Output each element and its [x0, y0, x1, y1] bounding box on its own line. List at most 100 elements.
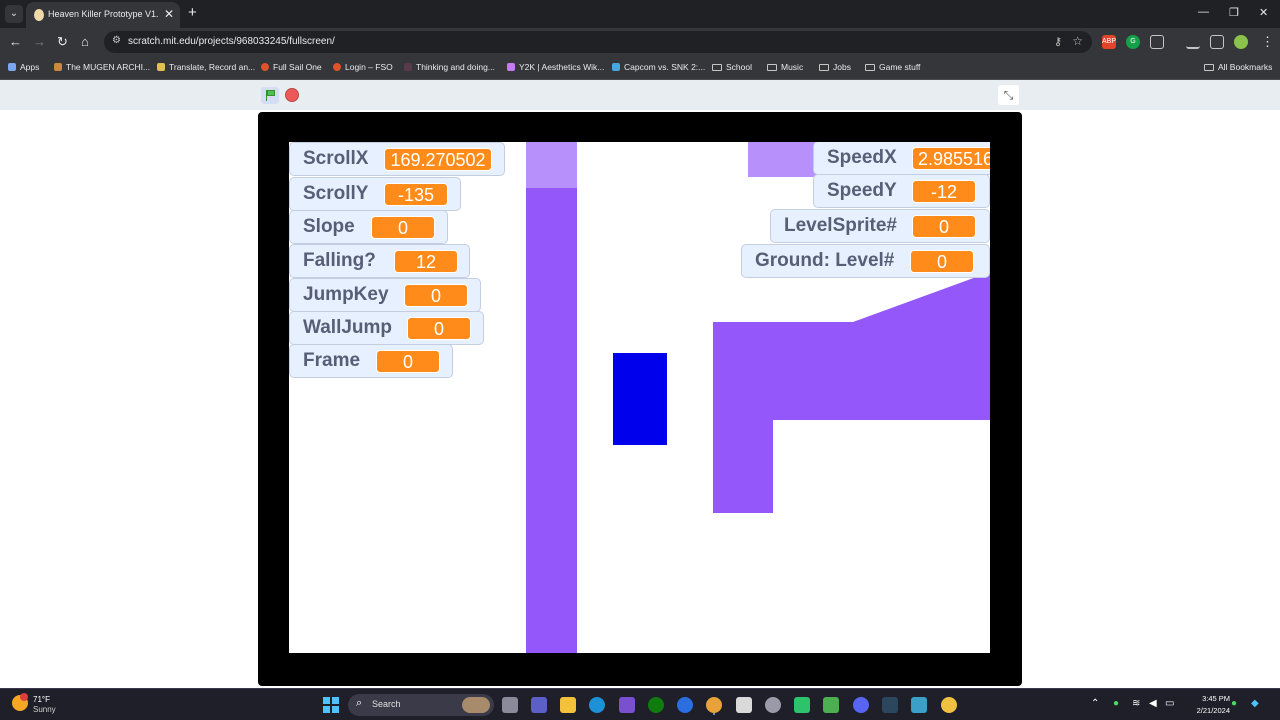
search-icon: ⌕ [356, 697, 363, 709]
back-arrow-icon[interactable]: ← [9, 34, 22, 49]
bookmark-y2k[interactable]: Y2K | Aesthetics Wik... [507, 62, 604, 72]
monitor-slope: Slope 0 [289, 210, 448, 244]
folder-school[interactable]: School [712, 62, 752, 72]
scratch-controls-bar [0, 80, 1280, 110]
stop-button[interactable] [285, 88, 299, 102]
folder-jobs[interactable]: Jobs [819, 62, 851, 72]
monitor-label: WallJump [303, 317, 393, 338]
clock-time[interactable]: 3:45 PM [1196, 694, 1230, 703]
monitor-label: Ground: Level# [755, 250, 895, 271]
game-stage[interactable]: ScrollX 169.270502 ScrollY -135 Slope 0 … [289, 142, 990, 653]
discord-icon[interactable] [853, 697, 869, 713]
monitor-value: 0 [407, 317, 471, 340]
extensions-puzzle-icon[interactable] [1150, 35, 1164, 49]
windows-start-icon[interactable] [323, 697, 339, 713]
restore-icon[interactable]: ❐ [1229, 6, 1239, 19]
side-panel-icon[interactable] [1210, 35, 1224, 49]
address-bar[interactable]: ⚙ scratch.mit.edu/projects/968033245/ful… [104, 31, 1092, 53]
notification-badge [20, 693, 28, 701]
steam-icon[interactable] [882, 697, 898, 713]
folder-game-stuff[interactable]: Game stuff [865, 62, 920, 72]
tab-search-chevron-icon[interactable]: ⌄ [5, 5, 23, 23]
level-platform [713, 272, 990, 513]
menu-kebab-icon[interactable]: ⋮ [1261, 34, 1274, 49]
monitor-scrolly: ScrollY -135 [289, 177, 461, 211]
tab-close-icon[interactable]: ✕ [164, 7, 174, 21]
monitor-falling: Falling? 12 [289, 244, 470, 278]
teams-icon[interactable] [531, 697, 547, 713]
weather-description[interactable]: Sunny [33, 705, 56, 714]
monitor-label: Falling? [303, 250, 376, 271]
monitor-value: 12 [394, 250, 458, 273]
bookmarks-bar: Apps The MUGEN ARCHI... Translate, Recor… [0, 56, 1280, 80]
taskbar-search[interactable]: ⌕ Search [348, 694, 494, 716]
url-text: scratch.mit.edu/projects/968033245/fulls… [128, 36, 335, 47]
monitor-label: JumpKey [303, 284, 389, 305]
xbox-icon[interactable] [648, 697, 664, 713]
clock-date[interactable]: 2/21/2024 [1184, 706, 1230, 715]
monitor-label: ScrollY [303, 183, 369, 204]
monitor-scrollx: ScrollX 169.270502 [289, 142, 505, 176]
fso-favicon-icon [333, 63, 341, 71]
monitor-walljump: WallJump 0 [289, 311, 484, 345]
all-bookmarks-folder[interactable]: All Bookmarks [1204, 62, 1272, 72]
bookmark-mugen[interactable]: The MUGEN ARCHI... [54, 62, 150, 72]
home-icon[interactable]: ⌂ [81, 34, 89, 49]
battery-icon[interactable]: ▭ [1165, 698, 1174, 709]
exit-fullscreen-icon[interactable]: ⤡ [998, 85, 1019, 105]
file-explorer-icon[interactable] [560, 697, 576, 713]
capcom-favicon-icon [612, 63, 620, 71]
monitor-frame: Frame 0 [289, 344, 453, 378]
bookmark-thinking[interactable]: Thinking and doing... [404, 62, 495, 72]
reading-list-icon[interactable] [1186, 35, 1200, 49]
monitor-value: -12 [912, 180, 976, 203]
grammarly-extension-icon[interactable]: G [1126, 35, 1140, 49]
site-info-icon[interactable]: ⚙ [112, 35, 121, 46]
microphone-icon[interactable]: ● [1113, 698, 1119, 709]
volume-icon[interactable]: ◀ [1149, 698, 1157, 709]
app-icon[interactable] [677, 697, 693, 713]
monitor-value: 0 [371, 216, 435, 239]
bookmark-star-icon[interactable]: ☆ [1072, 34, 1083, 48]
green-flag-button[interactable] [261, 87, 279, 104]
folder-music[interactable]: Music [767, 62, 803, 72]
bookmark-fso-login[interactable]: Login – FSO [333, 62, 393, 72]
minimize-icon[interactable]: — [1198, 6, 1209, 18]
notification-bell-icon[interactable]: ● [1231, 698, 1237, 709]
folder-icon [819, 64, 829, 71]
monitor-value: -135 [384, 183, 448, 206]
level-pillar-top [526, 142, 577, 188]
password-key-icon[interactable]: ⚷ [1054, 35, 1062, 48]
profile-avatar-icon[interactable] [1234, 35, 1248, 49]
forward-arrow-icon[interactable]: → [33, 34, 46, 49]
new-tab-icon[interactable]: + [188, 5, 197, 21]
y2k-favicon-icon [507, 63, 515, 71]
chrome-icon[interactable] [706, 697, 722, 713]
bookmark-capcom[interactable]: Capcom vs. SNK 2:... [612, 62, 705, 72]
store-icon[interactable] [736, 697, 752, 713]
scratch-favicon-icon [34, 9, 44, 21]
monitor-ground-level: Ground: Level# 0 [741, 244, 990, 278]
reload-icon[interactable]: ↻ [57, 34, 68, 49]
bookmark-translate[interactable]: Translate, Record an... [157, 62, 255, 72]
app-icon[interactable] [941, 697, 957, 713]
bookmark-apps[interactable]: Apps [8, 62, 39, 72]
app-icon[interactable] [911, 697, 927, 713]
bookmark-full-sail[interactable]: Full Sail One [261, 62, 322, 72]
app-icon[interactable] [619, 697, 635, 713]
minecraft-icon[interactable] [823, 697, 839, 713]
monitor-levelsprite: LevelSprite# 0 [770, 209, 990, 243]
close-window-icon[interactable]: ✕ [1259, 6, 1268, 19]
settings-gear-icon[interactable] [765, 697, 781, 713]
folder-icon [712, 64, 722, 71]
browser-tab[interactable]: Heaven Killer Prototype V1.2 on Scratch … [26, 2, 180, 28]
green-flag-icon [267, 90, 275, 96]
app-icon[interactable] [794, 697, 810, 713]
wifi-icon[interactable]: ≋ [1132, 698, 1140, 709]
tray-overflow-chevron-icon[interactable]: ⌃ [1091, 698, 1099, 709]
edge-icon[interactable] [589, 697, 605, 713]
copilot-icon[interactable]: ◆ [1251, 698, 1259, 709]
weather-temperature[interactable]: 71°F [33, 695, 50, 704]
task-view-icon[interactable] [502, 697, 518, 713]
adblock-extension-icon[interactable]: ABP [1102, 35, 1116, 49]
